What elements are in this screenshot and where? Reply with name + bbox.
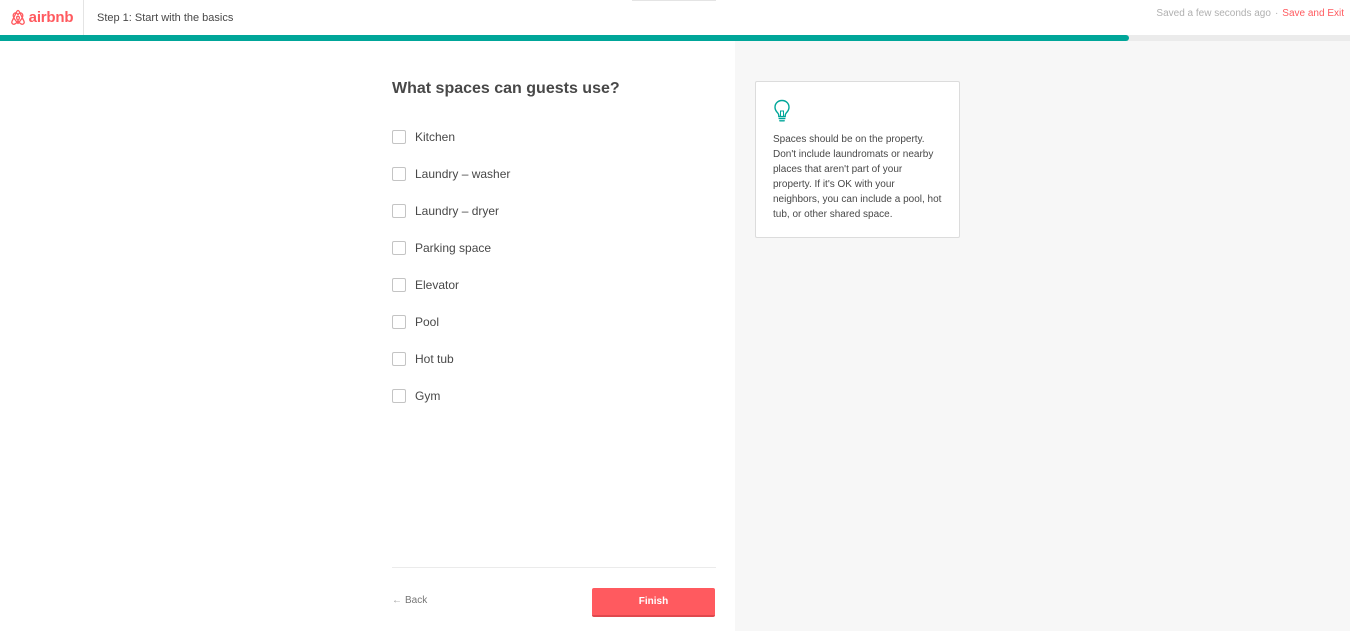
- option-row[interactable]: Laundry – washer: [392, 155, 716, 192]
- finish-button[interactable]: Finish: [592, 588, 715, 617]
- tip-panel: Spaces should be on the property. Don't …: [735, 41, 1350, 631]
- checkbox[interactable]: [392, 388, 406, 403]
- save-and-exit-link[interactable]: Save and Exit: [1282, 8, 1344, 19]
- airbnb-belo-icon: [10, 9, 25, 25]
- option-row[interactable]: Gym: [392, 377, 716, 414]
- step-title: Step 1: Start with the basics: [97, 11, 234, 24]
- checkbox[interactable]: [392, 314, 406, 329]
- option-label: Gym: [415, 388, 441, 403]
- back-label: Back: [405, 595, 428, 606]
- option-label: Elevator: [415, 277, 460, 292]
- airbnb-wordmark: airbnb: [28, 9, 74, 26]
- airbnb-logo[interactable]: airbnb: [0, 0, 84, 35]
- option-row[interactable]: Pool: [392, 303, 716, 340]
- option-row[interactable]: Kitchen: [392, 118, 716, 155]
- tip-card: Spaces should be on the property. Don't …: [755, 81, 960, 238]
- space-options-list: Kitchen Laundry – washer Laundry – dryer Pa…: [392, 118, 716, 414]
- footer-divider: [392, 567, 716, 568]
- option-label: Laundry – dryer: [415, 203, 500, 218]
- arrow-left-icon: ←: [392, 595, 402, 606]
- option-label: Pool: [415, 314, 440, 329]
- page-question: What spaces can guests use?: [392, 80, 620, 97]
- option-row[interactable]: Laundry – dryer: [392, 192, 716, 229]
- option-row[interactable]: Parking space: [392, 229, 716, 266]
- checkbox[interactable]: [392, 351, 406, 366]
- checkbox[interactable]: [392, 203, 406, 218]
- lightbulb-icon: [774, 99, 790, 122]
- main-form: What spaces can guests use? Kitchen Laund…: [392, 41, 716, 631]
- option-row[interactable]: Elevator: [392, 266, 716, 303]
- checkbox[interactable]: [392, 166, 406, 181]
- option-label: Parking space: [415, 240, 492, 255]
- checkbox[interactable]: [392, 129, 406, 144]
- save-status-area: Saved a few seconds ago · Save and Exit: [1156, 0, 1344, 26]
- option-label: Hot tub: [415, 351, 454, 366]
- option-row[interactable]: Hot tub: [392, 340, 716, 377]
- back-link[interactable]: ← Back: [392, 595, 427, 606]
- option-label: Laundry – washer: [415, 166, 511, 181]
- header-divider: [632, 0, 716, 1]
- checkbox[interactable]: [392, 240, 406, 255]
- option-label: Kitchen: [415, 129, 456, 144]
- saved-status: Saved a few seconds ago: [1156, 7, 1271, 19]
- top-navigation-bar: airbnb Step 1: Start with the basics Sav…: [0, 0, 1350, 35]
- tip-text: Spaces should be on the property. Don't …: [773, 134, 942, 220]
- separator-dot: ·: [1274, 7, 1279, 19]
- checkbox[interactable]: [392, 277, 406, 292]
